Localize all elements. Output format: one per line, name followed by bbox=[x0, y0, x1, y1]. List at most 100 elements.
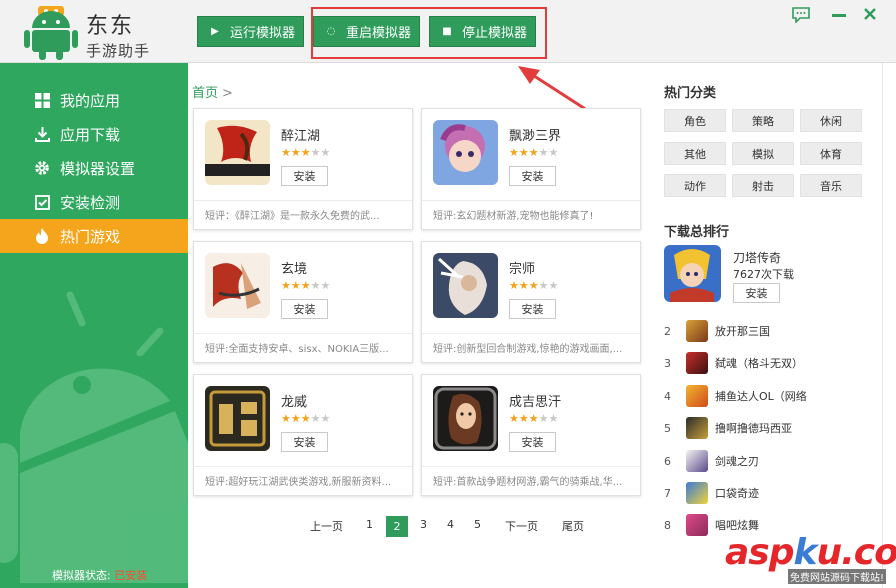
ranking-item[interactable]: 7 口袋奇迹 bbox=[664, 480, 759, 506]
pagination-page-4[interactable]: 4 bbox=[447, 518, 454, 531]
ranking-title: 下载总排行 bbox=[664, 225, 730, 240]
rank-game-name: 捕鱼达人OL（网络 bbox=[715, 390, 807, 403]
feedback-icon[interactable] bbox=[792, 7, 810, 23]
install-button[interactable]: 安装 bbox=[509, 299, 556, 319]
rank-game-name: 剑魂之刃 bbox=[715, 455, 759, 468]
game-card[interactable]: 龙威 ★★★★★ 安装 短评:超好玩江湖武侠类游戏,新服新资料... bbox=[193, 374, 413, 496]
sidebar-item-label: 热门游戏 bbox=[60, 227, 121, 246]
game-thumbnail bbox=[433, 120, 498, 185]
game-name: 飘渺三界 bbox=[509, 129, 562, 144]
gear-icon bbox=[34, 160, 50, 176]
brand-name: 东东 bbox=[86, 14, 135, 39]
game-card[interactable]: 飘渺三界 ★★★★★ 安装 短评:玄幻题材新游,宠物也能修真了! bbox=[421, 108, 641, 230]
top-game-thumbnail[interactable] bbox=[664, 245, 721, 302]
rank-number: 3 bbox=[664, 356, 671, 370]
rank-thumbnail bbox=[686, 352, 708, 374]
rank-number: 8 bbox=[664, 518, 671, 532]
ranking-item[interactable]: 4 捕鱼达人OL（网络 bbox=[664, 383, 807, 409]
checkbox-icon bbox=[34, 194, 50, 210]
pagination-page-1[interactable]: 1 bbox=[366, 518, 373, 531]
run-emulator-button[interactable]: ▶ 运行模拟器 bbox=[197, 16, 304, 47]
game-card[interactable]: 成吉思汗 ★★★★★ 安装 短评:首款战争题材网游,霸气的骑乘战,华... bbox=[421, 374, 641, 496]
game-card[interactable]: 醉江湖 ★★★★★ 安装 短评：《醉江湖》是一款永久免费的武... bbox=[193, 108, 413, 230]
game-card[interactable]: 宗师 ★★★★★ 安装 短评:创新型回合制游戏,惊艳的游戏画面,... bbox=[421, 241, 641, 363]
android-logo-icon bbox=[24, 6, 78, 60]
ranking-item[interactable]: 6 剑魂之刃 bbox=[664, 448, 759, 474]
ranking-item[interactable]: 2 放开那三国 bbox=[664, 318, 770, 344]
install-button[interactable]: 安装 bbox=[281, 432, 328, 452]
run-emulator-label: 运行模拟器 bbox=[230, 26, 296, 41]
rating-stars: ★★★★★ bbox=[509, 279, 559, 292]
card-divider bbox=[194, 200, 412, 201]
pagination-prev[interactable]: 上一页 bbox=[310, 518, 343, 534]
ranking-item[interactable]: 3 弑魂（格斗无双） bbox=[664, 350, 803, 376]
rank-thumbnail bbox=[686, 320, 708, 342]
breadcrumb: 首页 > bbox=[192, 82, 233, 101]
download-icon bbox=[34, 126, 50, 142]
install-button[interactable]: 安装 bbox=[281, 299, 328, 319]
sidebar-item-hot-games[interactable]: 热门游戏 bbox=[0, 219, 188, 253]
highlight-box bbox=[311, 7, 547, 59]
status-value: 已安装 bbox=[114, 569, 148, 582]
close-icon[interactable] bbox=[864, 8, 876, 20]
scrollbar-track[interactable] bbox=[882, 63, 883, 588]
rank-number: 7 bbox=[664, 486, 671, 500]
sidebar-item-app-download[interactable]: 应用下载 bbox=[0, 117, 188, 151]
category-tag[interactable]: 角色 bbox=[664, 109, 726, 132]
category-tag[interactable]: 模拟 bbox=[732, 142, 794, 165]
game-name: 宗师 bbox=[509, 262, 536, 277]
pagination-next[interactable]: 下一页 bbox=[505, 518, 538, 534]
card-divider bbox=[422, 200, 640, 201]
game-description: 短评：《醉江湖》是一款永久免费的武... bbox=[205, 211, 380, 222]
top-game-install-button[interactable]: 安装 bbox=[733, 283, 780, 303]
sidebar: 我的应用 应用下载 模拟器设置 安装检测 热门游戏 模拟器状态: 已安装 bbox=[0, 63, 188, 588]
rank-thumbnail bbox=[686, 514, 708, 536]
rank-game-name: 放开那三国 bbox=[715, 325, 770, 338]
status-label: 模拟器状态: bbox=[52, 569, 111, 582]
category-tag[interactable]: 音乐 bbox=[800, 174, 862, 197]
card-divider bbox=[194, 333, 412, 334]
ranking-item[interactable]: 5 撸啊撸德玛西亚 bbox=[664, 415, 792, 441]
game-description: 短评:玄幻题材新游,宠物也能修真了! bbox=[433, 211, 594, 222]
category-tag[interactable]: 射击 bbox=[732, 174, 794, 197]
watermark-subtitle: 免费网站源码下载站! bbox=[788, 569, 887, 584]
game-thumbnail bbox=[205, 386, 270, 451]
rank-number: 4 bbox=[664, 389, 671, 403]
rating-stars: ★★★★★ bbox=[509, 412, 559, 425]
rank-game-name: 撸啊撸德玛西亚 bbox=[715, 422, 792, 435]
category-tag[interactable]: 体育 bbox=[800, 142, 862, 165]
install-button[interactable]: 安装 bbox=[281, 166, 328, 186]
category-tag[interactable]: 动作 bbox=[664, 174, 726, 197]
rating-stars: ★★★★★ bbox=[281, 279, 331, 292]
category-tag[interactable]: 其他 bbox=[664, 142, 726, 165]
rank-game-name: 唱吧炫舞 bbox=[715, 519, 759, 532]
breadcrumb-home-link[interactable]: 首页 bbox=[192, 86, 218, 101]
hot-categories-title: 热门分类 bbox=[664, 86, 717, 101]
pagination-last[interactable]: 尾页 bbox=[562, 518, 584, 534]
category-tag[interactable]: 休闲 bbox=[800, 109, 862, 132]
pagination-page-3[interactable]: 3 bbox=[420, 518, 427, 531]
sidebar-item-my-apps[interactable]: 我的应用 bbox=[0, 83, 188, 117]
game-card[interactable]: 玄境 ★★★★★ 安装 短评:全面支持安卓、sisx、NOKIA三版... bbox=[193, 241, 413, 363]
game-description: 短评:创新型回合制游戏,惊艳的游戏画面,... bbox=[433, 344, 623, 355]
pagination-page-5[interactable]: 5 bbox=[474, 518, 481, 531]
game-name: 龙威 bbox=[281, 395, 308, 410]
minimize-icon[interactable] bbox=[832, 14, 846, 18]
sidebar-item-emulator-settings[interactable]: 模拟器设置 bbox=[0, 151, 188, 185]
game-name: 成吉思汗 bbox=[509, 395, 562, 410]
install-button[interactable]: 安装 bbox=[509, 166, 556, 186]
brand-subtitle: 手游助手 bbox=[86, 42, 151, 60]
emulator-status: 模拟器状态: 已安装 bbox=[52, 567, 147, 583]
pagination-page-2-active[interactable]: 2 bbox=[386, 516, 408, 537]
rank-number: 6 bbox=[664, 454, 671, 468]
install-button[interactable]: 安装 bbox=[509, 432, 556, 452]
sidebar-item-label: 我的应用 bbox=[60, 91, 121, 110]
sidebar-item-install-check[interactable]: 安装检测 bbox=[0, 185, 188, 219]
card-divider bbox=[422, 333, 640, 334]
top-game-downloads: 7627次下载 bbox=[733, 268, 794, 281]
grid-icon bbox=[34, 92, 50, 108]
top-game-name: 刀塔传奇 bbox=[733, 251, 782, 265]
rank-thumbnail bbox=[686, 417, 708, 439]
category-tag[interactable]: 策略 bbox=[732, 109, 794, 132]
watermark-logo: aspku.com bbox=[725, 532, 896, 573]
